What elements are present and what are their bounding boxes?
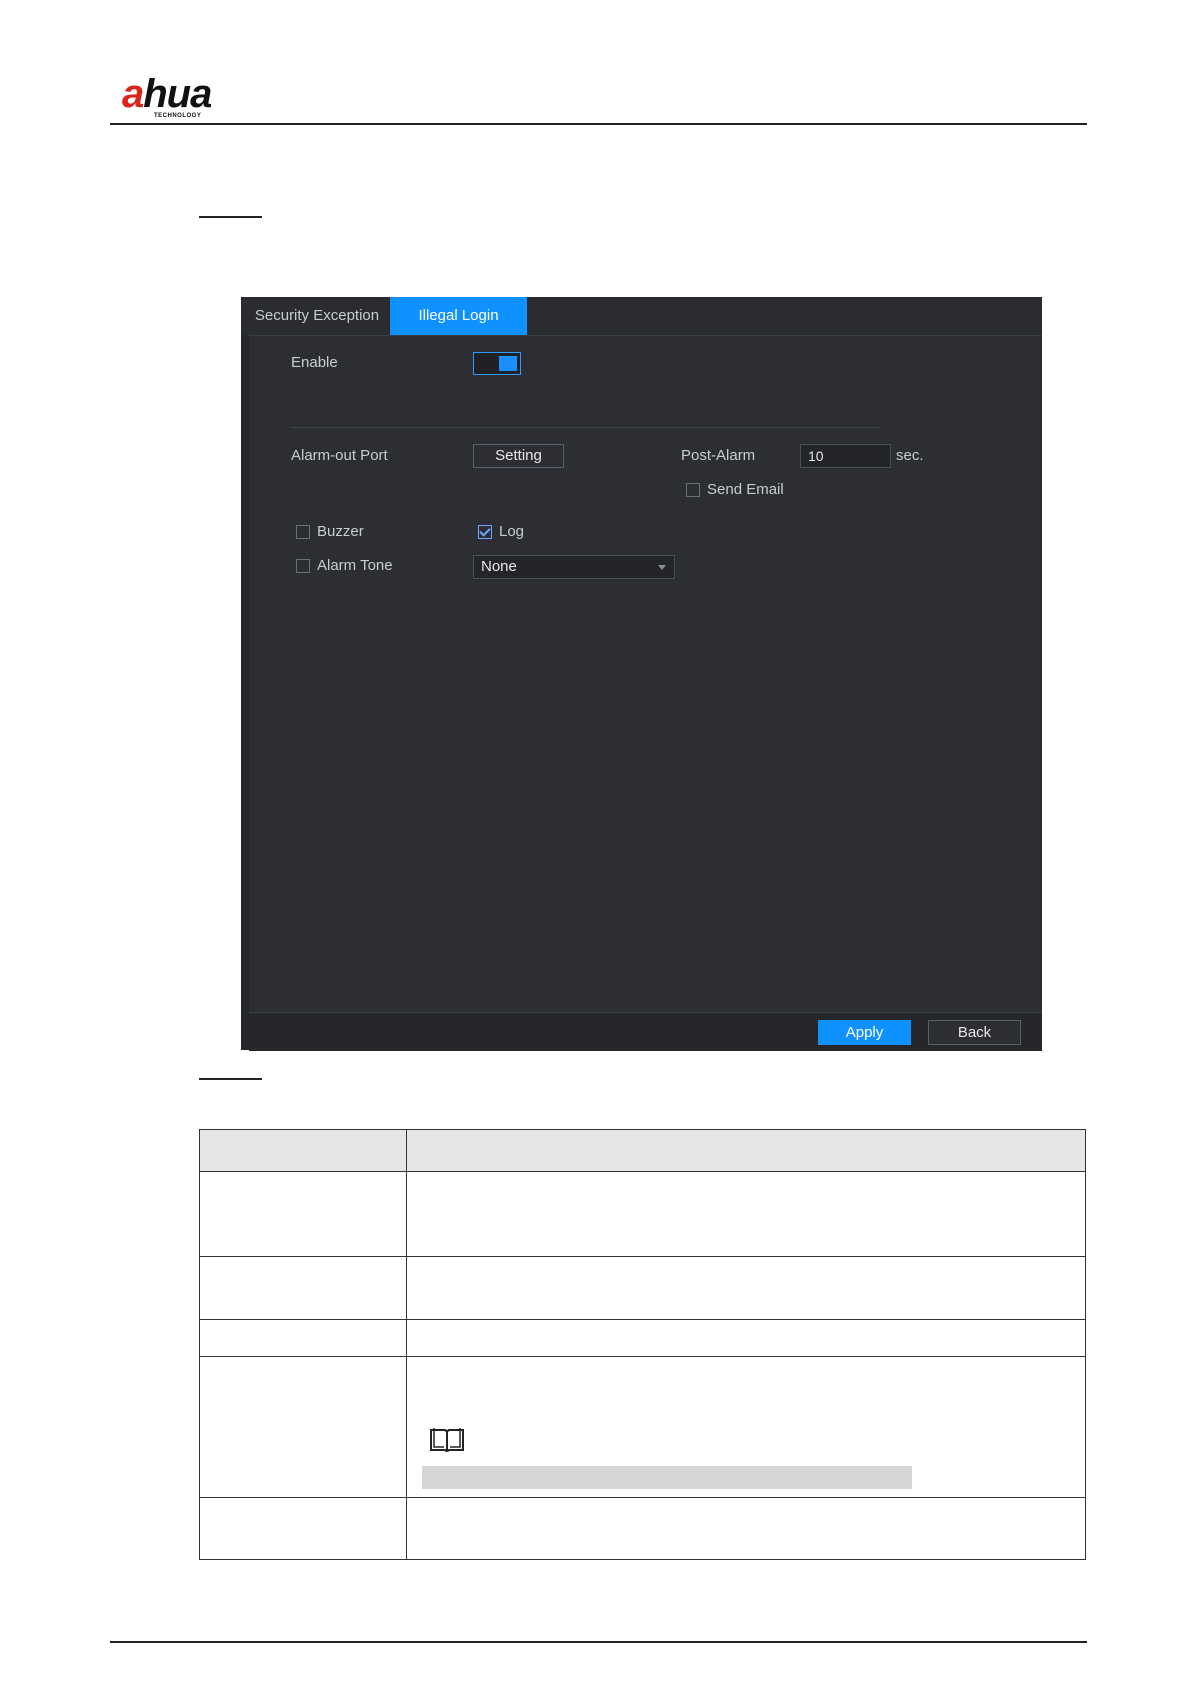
setting-button[interactable]: Setting <box>473 444 564 468</box>
table-row <box>199 1497 1086 1560</box>
dahua-logo: ahua TECHNOLOGY <box>122 72 262 122</box>
alarm-tone-value: None <box>481 558 517 575</box>
table-row <box>199 1171 1086 1257</box>
table-cell <box>199 1256 407 1320</box>
table-cell <box>199 1319 407 1357</box>
buzzer-label: Buzzer <box>317 523 364 540</box>
parameter-table <box>199 1129 1086 1560</box>
dialog-footer <box>249 1012 1042 1051</box>
table-row <box>199 1319 1086 1357</box>
back-button[interactable]: Back <box>928 1020 1021 1045</box>
table-cell <box>406 1256 1086 1320</box>
enable-toggle[interactable] <box>473 352 521 375</box>
logo-wordmark: ahua <box>122 72 212 116</box>
send-email-checkbox[interactable] <box>686 483 700 497</box>
table-cell <box>406 1171 1086 1257</box>
post-alarm-label: Post-Alarm <box>681 447 756 464</box>
enable-label: Enable <box>291 354 338 371</box>
table-header-row <box>199 1129 1086 1172</box>
section-divider <box>291 427 881 428</box>
tab-illegal-login[interactable]: Illegal Login <box>390 297 527 335</box>
buzzer-checkbox[interactable] <box>296 525 310 539</box>
table-cell <box>406 1497 1086 1560</box>
step-marker <box>199 216 262 218</box>
table-cell <box>199 1356 407 1498</box>
footer-rule <box>110 1641 1087 1643</box>
illegal-login-dialog: Security Exception Illegal Login Enable … <box>241 297 1042 1051</box>
open-book-icon <box>430 1428 464 1452</box>
table-row <box>199 1256 1086 1320</box>
chevron-down-icon <box>658 565 666 570</box>
log-label: Log <box>499 523 525 540</box>
step-marker <box>199 1078 262 1080</box>
table-cell <box>199 1497 407 1560</box>
post-alarm-unit: sec. <box>896 447 924 464</box>
alarm-tone-select[interactable]: None <box>473 555 675 579</box>
note-highlight <box>422 1466 912 1489</box>
log-checkbox[interactable] <box>478 525 492 539</box>
alarm-tone-label: Alarm Tone <box>317 557 393 574</box>
left-edge <box>241 335 249 1050</box>
post-alarm-input[interactable]: 10 <box>800 444 891 468</box>
tab-security-exception[interactable]: Security Exception <box>249 297 385 335</box>
table-header-cell <box>406 1129 1086 1172</box>
table-cell <box>199 1171 407 1257</box>
header-rule <box>110 123 1087 125</box>
logo-subtext: TECHNOLOGY <box>154 113 202 119</box>
send-email-label: Send Email <box>707 481 784 498</box>
apply-button[interactable]: Apply <box>818 1020 911 1045</box>
toggle-knob <box>499 356 517 371</box>
table-header-cell <box>199 1129 407 1172</box>
tab-bar: Security Exception Illegal Login <box>241 297 1042 336</box>
alarm-out-port-label: Alarm-out Port <box>291 447 388 464</box>
alarm-tone-checkbox[interactable] <box>296 559 310 573</box>
table-cell <box>406 1319 1086 1357</box>
